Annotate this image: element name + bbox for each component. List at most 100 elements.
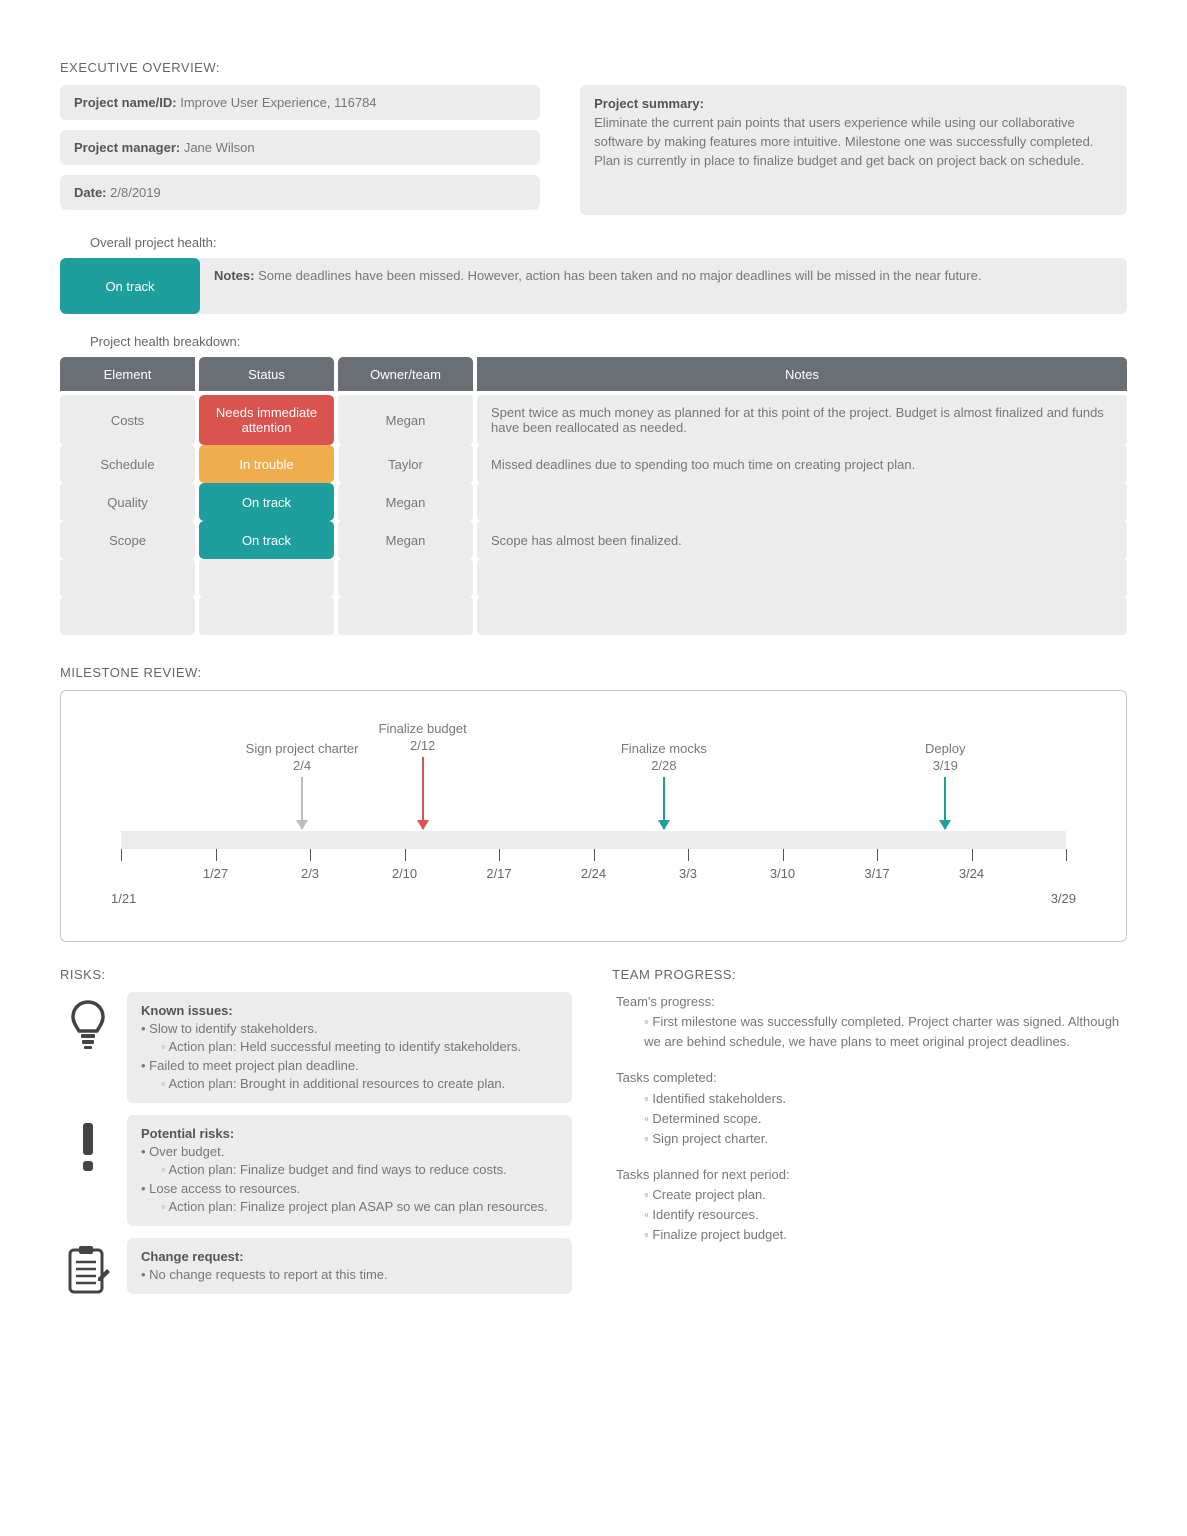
cell-owner bbox=[338, 559, 473, 597]
axis-label: 3/17 bbox=[864, 866, 889, 881]
timeline-tick bbox=[216, 849, 217, 861]
table-row bbox=[60, 597, 1127, 635]
list-item: Sign project charter. bbox=[616, 1129, 1127, 1149]
team-body: Team's progress: First milestone was suc… bbox=[612, 992, 1127, 1246]
overall-health-status-badge: On track bbox=[60, 258, 200, 314]
change-request-block: Change request: No change requests to rep… bbox=[60, 1238, 572, 1296]
timeline-tick bbox=[688, 849, 689, 861]
risk-header: Known issues: bbox=[141, 1003, 233, 1018]
known-issues-block: Known issues:Slow to identify stakeholde… bbox=[60, 992, 572, 1103]
risk-item: No change requests to report at this tim… bbox=[141, 1266, 558, 1284]
project-manager-value: Jane Wilson bbox=[184, 140, 255, 155]
risk-action: Action plan: Finalize project plan ASAP … bbox=[141, 1198, 558, 1216]
axis-label: 2/3 bbox=[301, 866, 319, 881]
cell-element: Quality bbox=[60, 483, 195, 521]
cell-notes bbox=[477, 483, 1127, 521]
milestone-label: Finalize budget2/12 bbox=[379, 721, 467, 755]
timeline-tick bbox=[499, 849, 500, 861]
timeline-tick bbox=[972, 849, 973, 861]
bottom-columns: RISKS: Known issues:Slow to identify sta… bbox=[60, 967, 1127, 1308]
overall-health-notes-value: Some deadlines have been missed. However… bbox=[258, 268, 981, 283]
project-summary-box: Project summary: Eliminate the current p… bbox=[580, 85, 1127, 215]
table-row bbox=[60, 559, 1127, 597]
cell-notes: Scope has almost been finalized. bbox=[477, 521, 1127, 559]
milestone-arrow bbox=[944, 777, 946, 829]
timeline-tick bbox=[121, 849, 122, 861]
milestone-label: Sign project charter2/4 bbox=[246, 741, 359, 775]
exclamation-icon bbox=[60, 1115, 115, 1173]
cell-status: On track bbox=[199, 483, 334, 521]
list-item: Identify resources. bbox=[616, 1205, 1127, 1225]
table-row: ScheduleIn troubleTaylorMissed deadlines… bbox=[60, 445, 1127, 483]
risk-item: Failed to meet project plan deadline. bbox=[141, 1057, 558, 1075]
table-row: CostsNeeds immediate attentionMeganSpent… bbox=[60, 395, 1127, 445]
project-manager-label: Project manager: bbox=[74, 140, 180, 155]
cell-notes bbox=[477, 559, 1127, 597]
col-owner: Owner/team bbox=[338, 357, 473, 391]
cell-element: Costs bbox=[60, 395, 195, 445]
project-manager-field: Project manager: Jane Wilson bbox=[60, 130, 540, 165]
timeline-bar bbox=[121, 831, 1066, 849]
col-notes: Notes bbox=[477, 357, 1127, 391]
project-date-value: 2/8/2019 bbox=[110, 185, 161, 200]
timeline-tick bbox=[405, 849, 406, 861]
milestone-arrow bbox=[301, 777, 303, 829]
potential-risks-block: Potential risks:Over budget.Action plan:… bbox=[60, 1115, 572, 1226]
axis-label: 3/3 bbox=[679, 866, 697, 881]
cell-notes: Spent twice as much money as planned for… bbox=[477, 395, 1127, 445]
risk-body: Change request: No change requests to rep… bbox=[127, 1238, 572, 1294]
cell-notes: Missed deadlines due to spending too muc… bbox=[477, 445, 1127, 483]
project-name-value: Improve User Experience, 116784 bbox=[180, 95, 376, 110]
milestone-label: Finalize mocks2/28 bbox=[621, 741, 707, 775]
cell-element bbox=[60, 597, 195, 635]
overall-health-notes: Notes: Some deadlines have been missed. … bbox=[190, 258, 1127, 314]
cell-status: On track bbox=[199, 521, 334, 559]
list-item: Determined scope. bbox=[616, 1109, 1127, 1129]
timeline-tick bbox=[1066, 849, 1067, 861]
axis-label: 2/24 bbox=[581, 866, 606, 881]
cell-status: Needs immediate attention bbox=[199, 395, 334, 445]
cell-element: Schedule bbox=[60, 445, 195, 483]
risk-body: Known issues:Slow to identify stakeholde… bbox=[127, 992, 572, 1103]
tasks-planned-label: Tasks planned for next period: bbox=[616, 1167, 789, 1182]
risks-title: RISKS: bbox=[60, 967, 572, 982]
cell-notes bbox=[477, 597, 1127, 635]
axis-label: 3/10 bbox=[770, 866, 795, 881]
timeline-tick bbox=[877, 849, 878, 861]
milestone-title: MILESTONE REVIEW: bbox=[60, 665, 1127, 680]
cell-status bbox=[199, 559, 334, 597]
risk-header: Potential risks: bbox=[141, 1126, 234, 1141]
cell-owner: Megan bbox=[338, 395, 473, 445]
axis-label: 2/17 bbox=[486, 866, 511, 881]
team-progress-label: Team's progress: bbox=[616, 994, 715, 1009]
milestone-label: Deploy3/19 bbox=[925, 741, 965, 775]
axis-label: 1/27 bbox=[203, 866, 228, 881]
section-executive-title: EXECUTIVE OVERVIEW: bbox=[60, 60, 1127, 75]
breakdown-table: Element Status Owner/team Notes CostsNee… bbox=[60, 357, 1127, 635]
clipboard-icon bbox=[60, 1238, 115, 1296]
executive-top-row: Project name/ID: Improve User Experience… bbox=[60, 85, 1127, 215]
table-row: ScopeOn trackMeganScope has almost been … bbox=[60, 521, 1127, 559]
tasks-completed-label: Tasks completed: bbox=[616, 1070, 716, 1085]
project-summary-value: Eliminate the current pain points that u… bbox=[594, 115, 1093, 168]
team-progress-text: First milestone was successfully complet… bbox=[616, 1012, 1127, 1052]
cell-status: In trouble bbox=[199, 445, 334, 483]
timeline-tick bbox=[783, 849, 784, 861]
risk-header: Change request: bbox=[141, 1249, 244, 1264]
cell-element bbox=[60, 559, 195, 597]
risk-action: Action plan: Finalize budget and find wa… bbox=[141, 1161, 558, 1179]
project-date-label: Date: bbox=[74, 185, 107, 200]
axis-end: 3/29 bbox=[1051, 891, 1076, 906]
axis-start: 1/21 bbox=[111, 891, 136, 906]
risk-action: Action plan: Brought in additional resou… bbox=[141, 1075, 558, 1093]
milestone-box: Sign project charter2/4 Finalize budget2/… bbox=[60, 690, 1127, 942]
overall-health-notes-label: Notes: bbox=[214, 268, 254, 283]
list-item: Create project plan. bbox=[616, 1185, 1127, 1205]
table-row: QualityOn trackMegan bbox=[60, 483, 1127, 521]
axis-label: 3/24 bbox=[959, 866, 984, 881]
list-item: Finalize project budget. bbox=[616, 1225, 1127, 1245]
project-date-field: Date: 2/8/2019 bbox=[60, 175, 540, 210]
col-element: Element bbox=[60, 357, 195, 391]
cell-owner: Taylor bbox=[338, 445, 473, 483]
timeline-tick bbox=[594, 849, 595, 861]
